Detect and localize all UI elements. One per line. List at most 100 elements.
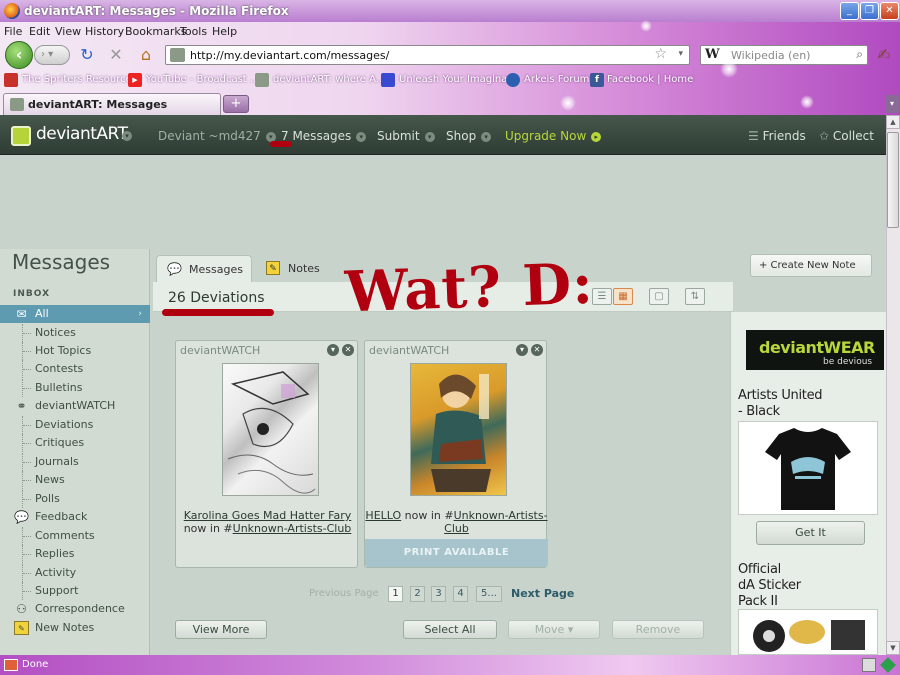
wikipedia-icon[interactable]: W: [705, 47, 720, 62]
menu-view[interactable]: View: [55, 25, 81, 38]
get-it-button[interactable]: Get It: [756, 521, 865, 545]
print-available-button[interactable]: PRINT AVAILABLE: [365, 539, 548, 567]
sidebar-item-all[interactable]: ✉ All ›: [0, 305, 150, 323]
bookmark-item[interactable]: deviantART: where A...: [273, 74, 385, 85]
page-5-button[interactable]: 5...: [476, 586, 502, 602]
extension-icon[interactable]: ✍: [874, 45, 894, 65]
deviation-title-link[interactable]: Karolina Goes Mad Hatter Fary: [184, 509, 352, 522]
sticker-pack-image[interactable]: [738, 609, 878, 655]
sidebar-item-comments[interactable]: Comments: [0, 527, 150, 545]
sidebar-item-replies[interactable]: Replies: [0, 545, 150, 563]
maximize-button[interactable]: ❐: [860, 2, 879, 20]
chevron-down-icon[interactable]: ▾: [122, 131, 132, 141]
deviation-title-link[interactable]: HELLO: [365, 509, 401, 522]
sidebar-item-bulletins[interactable]: Bulletins: [0, 379, 150, 397]
menu-tools[interactable]: Tools: [180, 25, 207, 38]
page-3-button[interactable]: 3: [431, 586, 446, 602]
menu-file[interactable]: File: [4, 25, 22, 38]
chevron-down-icon[interactable]: ▾: [516, 344, 528, 356]
collect-link[interactable]: ✩ Collect: [819, 129, 874, 143]
menu-bar: File Edit View History Bookmarks Tools H…: [0, 22, 900, 40]
menu-bookmarks[interactable]: Bookmarks: [125, 25, 186, 38]
star-icon[interactable]: ☆: [654, 46, 667, 62]
sidebar-item-hot-topics[interactable]: Hot Topics: [0, 342, 150, 360]
menu-edit[interactable]: Edit: [29, 25, 50, 38]
upgrade-link[interactable]: Upgrade Now ▸: [505, 129, 602, 143]
next-page-link[interactable]: Next Page: [511, 587, 574, 600]
grid-view-button[interactable]: ▦: [613, 288, 633, 305]
sidebar-item-support[interactable]: Support: [0, 582, 150, 600]
view-more-button[interactable]: View More: [175, 620, 267, 639]
sidebar-item-deviantwatch[interactable]: ⚭ deviantWATCH: [0, 397, 150, 415]
sidebar-item-deviations[interactable]: Deviations: [0, 416, 150, 434]
sidebar-item-activity[interactable]: Activity: [0, 564, 150, 582]
search-icon[interactable]: ⌕: [856, 47, 863, 62]
deviantart-logo[interactable]: deviantART: [36, 124, 128, 144]
ad-item-title[interactable]: Artists United - Black: [738, 388, 823, 420]
shop-menu[interactable]: Shop ▾: [446, 129, 492, 143]
reload-icon[interactable]: ↻: [77, 45, 97, 65]
deviation-thumbnail[interactable]: [410, 363, 507, 496]
menu-history[interactable]: History: [85, 25, 124, 38]
close-button[interactable]: ✕: [880, 2, 899, 20]
menu-help[interactable]: Help: [212, 25, 237, 38]
sidebar-item-critiques[interactable]: Critiques: [0, 434, 150, 452]
deviation-thumbnail[interactable]: [222, 363, 319, 496]
scroll-up-button[interactable]: ▲: [886, 115, 900, 129]
sidebar-item-contests[interactable]: Contests: [0, 360, 150, 378]
move-button[interactable]: Move ▾: [508, 620, 600, 639]
bookmark-item[interactable]: Facebook | Home: [607, 74, 693, 85]
deviation-card[interactable]: deviantWATCH ▾ ✕ Karolina Goes Mad Hatte…: [175, 340, 358, 568]
tshirt-image[interactable]: [738, 421, 878, 515]
sidebar-item-news[interactable]: News: [0, 471, 150, 489]
sidebar-item-correspondence[interactable]: ⚇ Correspondence: [0, 600, 150, 618]
sort-button[interactable]: ⇅: [685, 288, 705, 305]
bookmark-item[interactable]: YouTube - Broadcast ...: [146, 74, 259, 85]
url-dropdown-icon[interactable]: ▾: [678, 49, 683, 59]
close-icon[interactable]: ✕: [531, 344, 543, 356]
annotation-underline: [270, 141, 292, 147]
bookmark-item[interactable]: Unleash Your Imagina...: [399, 74, 517, 85]
ad-item-title[interactable]: Official dA Sticker Pack II: [738, 562, 801, 610]
remove-button[interactable]: Remove: [612, 620, 704, 639]
browser-tab[interactable]: deviantART: Messages: [3, 93, 221, 115]
tab-list-button[interactable]: ▾: [885, 95, 899, 113]
minimize-button[interactable]: _: [840, 2, 859, 20]
user-menu[interactable]: Deviant ~md427 ▾: [158, 129, 276, 143]
page-2-button[interactable]: 2: [410, 586, 425, 602]
page-4-button[interactable]: 4: [453, 586, 468, 602]
group-link[interactable]: Unknown-Artists-Club: [444, 509, 547, 535]
stop-icon[interactable]: ✕: [106, 45, 126, 65]
sketch-artwork: [227, 371, 316, 494]
sidebar-item-notices[interactable]: Notices: [0, 324, 150, 342]
deviantart-logo-icon[interactable]: [11, 126, 31, 146]
sidebar-item-feedback[interactable]: 💬 Feedback: [0, 508, 150, 526]
addon-icon[interactable]: [862, 658, 876, 672]
back-button[interactable]: ‹: [5, 41, 33, 69]
scroll-down-button[interactable]: ▼: [886, 641, 900, 655]
bookmark-item[interactable]: The Spriters Resource...: [22, 74, 141, 85]
list-view-button[interactable]: ☰: [592, 288, 612, 305]
sidebar-item-journals[interactable]: Journals: [0, 453, 150, 471]
group-link[interactable]: Unknown-Artists-Club: [233, 522, 352, 535]
scrollbar-thumb[interactable]: [887, 132, 899, 228]
home-icon[interactable]: ⌂: [136, 45, 156, 65]
bookmark-item[interactable]: Arkeis Forums: [524, 74, 595, 85]
tab-notes[interactable]: ✎ Notes: [256, 255, 336, 282]
sidebar-item-polls[interactable]: Polls: [0, 490, 150, 508]
address-bar[interactable]: http://my.deviantart.com/messages/ ☆ ▾: [165, 45, 690, 65]
sidebar-item-new-notes[interactable]: ✎ New Notes: [0, 619, 150, 637]
close-icon[interactable]: ✕: [342, 344, 354, 356]
chevron-down-icon[interactable]: ▾: [327, 344, 339, 356]
friends-link[interactable]: ☰ Friends: [748, 129, 806, 143]
select-all-button[interactable]: Select All: [403, 620, 497, 639]
messages-menu[interactable]: 7 Messages ▾: [281, 129, 367, 143]
forward-button[interactable]: › ▾: [34, 45, 70, 65]
page-1-button[interactable]: 1: [388, 586, 403, 602]
deviation-card[interactable]: deviantWATCH ▾ ✕ HELLO now in #Unknown-A…: [364, 340, 548, 568]
preview-view-button[interactable]: ▢: [649, 288, 669, 305]
submit-menu[interactable]: Submit ▾: [377, 129, 435, 143]
tab-messages[interactable]: 💬 Messages: [156, 255, 252, 282]
new-tab-button[interactable]: +: [223, 95, 249, 113]
create-new-note-button[interactable]: + Create New Note: [750, 254, 872, 277]
